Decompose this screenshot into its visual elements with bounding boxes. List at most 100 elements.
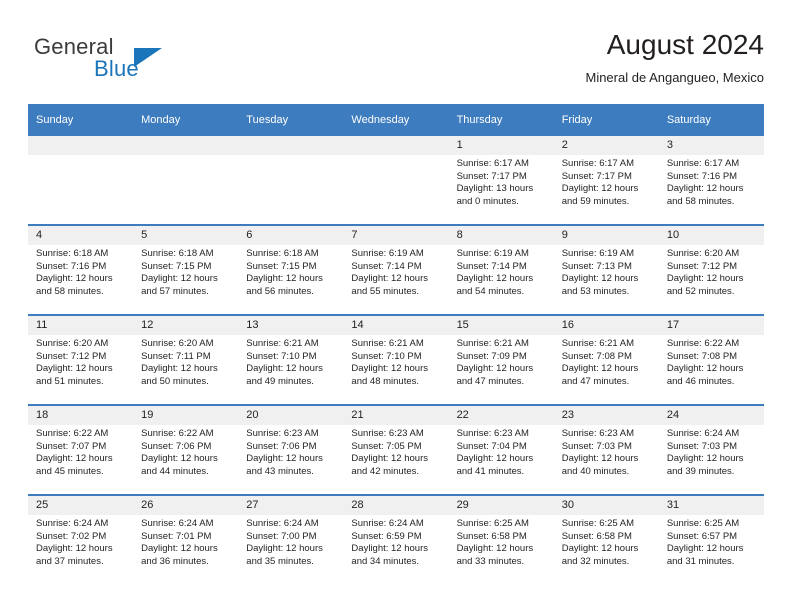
weekday-header-tuesday: Tuesday bbox=[238, 104, 344, 136]
calendar-day-cell[interactable]: 20 Sunrise: 6:23 AM Sunset: 7:06 PM Dayligh… bbox=[238, 404, 344, 495]
calendar-day-cell[interactable]: 26 Sunrise: 6:24 AM Sunset: 7:01 PM Dayligh… bbox=[133, 494, 239, 584]
sunset-text: Sunset: 6:57 PM bbox=[666, 530, 738, 542]
calendar-day-cell[interactable]: 28 Sunrise: 6:24 AM Sunset: 6:59 PM Dayligh… bbox=[343, 494, 449, 584]
general-blue-logo[interactable]: General Blue bbox=[34, 34, 274, 92]
day-cell-body: 16 Sunrise: 6:21 AM Sunset: 7:08 PM Dayligh… bbox=[553, 316, 659, 404]
sunrise-text: Sunrise: 6:20 AM bbox=[141, 338, 214, 349]
calendar-day-cell[interactable]: 9 Sunrise: 6:19 AM Sunset: 7:13 PM Daylight… bbox=[553, 224, 659, 315]
day-number: 19 bbox=[133, 406, 239, 425]
sunset-text: Sunset: 7:02 PM bbox=[36, 530, 107, 542]
daylight-text: Daylight: 12 hours and 56 minutes. bbox=[246, 273, 323, 297]
day-cell-body bbox=[133, 136, 239, 224]
day-number: 12 bbox=[133, 316, 239, 335]
daylight-text: Daylight: 12 hours and 34 minutes. bbox=[351, 543, 428, 567]
day-number bbox=[343, 136, 449, 155]
page-title: August 2024 bbox=[606, 29, 764, 60]
day-cell-body: 30 Sunrise: 6:25 AM Sunset: 6:58 PM Dayligh… bbox=[553, 496, 659, 584]
calendar-day-cell-empty bbox=[28, 136, 134, 225]
calendar-day-cell[interactable]: 31 Sunrise: 6:25 AM Sunset: 6:57 PM Dayligh… bbox=[658, 494, 764, 584]
calendar-day-cell[interactable]: 15 Sunrise: 6:21 AM Sunset: 7:09 PM Dayligh… bbox=[448, 314, 554, 405]
day-cell-body: 7 Sunrise: 6:19 AM Sunset: 7:14 PM Daylight… bbox=[343, 226, 449, 314]
calendar-day-cell[interactable]: 8 Sunrise: 6:19 AM Sunset: 7:14 PM Daylight… bbox=[448, 224, 554, 315]
day-cell-body: 5 Sunrise: 6:18 AM Sunset: 7:15 PM Daylight… bbox=[133, 226, 239, 314]
sunset-text: Sunset: 7:00 PM bbox=[246, 530, 317, 542]
sunset-text: Sunset: 7:14 PM bbox=[456, 260, 527, 272]
sunrise-text: Sunrise: 6:19 AM bbox=[456, 248, 529, 259]
day-number: 17 bbox=[658, 316, 764, 335]
day-details: Sunrise: 6:21 AM Sunset: 7:09 PM Daylight:… bbox=[449, 335, 554, 388]
sunrise-text: Sunrise: 6:23 AM bbox=[561, 428, 635, 439]
day-number: 5 bbox=[133, 226, 239, 245]
day-cell-body: 11 Sunrise: 6:20 AM Sunset: 7:12 PM Dayligh… bbox=[28, 316, 134, 404]
day-details: Sunrise: 6:25 AM Sunset: 6:58 PM Daylight:… bbox=[554, 515, 659, 568]
calendar-body: 1 Sunrise: 6:17 AM Sunset: 7:17 PM Daylight… bbox=[28, 136, 764, 584]
calendar-day-cell[interactable]: 21 Sunrise: 6:23 AM Sunset: 7:05 PM Dayligh… bbox=[343, 404, 449, 495]
sunset-text: Sunset: 7:15 PM bbox=[141, 260, 212, 272]
day-details: Sunrise: 6:23 AM Sunset: 7:03 PM Daylight:… bbox=[554, 425, 659, 478]
calendar-day-cell[interactable]: 23 Sunrise: 6:23 AM Sunset: 7:03 PM Dayligh… bbox=[553, 404, 659, 495]
day-number: 21 bbox=[343, 406, 449, 425]
calendar-day-cell[interactable]: 11 Sunrise: 6:20 AM Sunset: 7:12 PM Dayligh… bbox=[28, 314, 134, 405]
calendar-day-cell[interactable]: 30 Sunrise: 6:25 AM Sunset: 6:58 PM Dayligh… bbox=[553, 494, 659, 584]
daylight-text: Daylight: 12 hours and 47 minutes. bbox=[456, 363, 534, 387]
day-cell-body: 2 Sunrise: 6:17 AM Sunset: 7:17 PM Daylight… bbox=[553, 136, 659, 224]
calendar-day-cell[interactable]: 2 Sunrise: 6:17 AM Sunset: 7:17 PM Daylight… bbox=[553, 136, 659, 225]
daylight-text: Daylight: 12 hours and 36 minutes. bbox=[141, 543, 218, 567]
day-cell-body: 13 Sunrise: 6:21 AM Sunset: 7:10 PM Dayligh… bbox=[238, 316, 344, 404]
calendar-day-cell[interactable]: 12 Sunrise: 6:20 AM Sunset: 7:11 PM Dayligh… bbox=[133, 314, 239, 405]
sunset-text: Sunset: 6:58 PM bbox=[561, 530, 632, 542]
calendar-day-cell[interactable]: 1 Sunrise: 6:17 AM Sunset: 7:17 PM Daylight… bbox=[448, 136, 554, 225]
sunrise-text: Sunrise: 6:21 AM bbox=[351, 338, 424, 349]
day-cell-body: 28 Sunrise: 6:24 AM Sunset: 6:59 PM Dayligh… bbox=[343, 496, 449, 584]
calendar-day-cell[interactable]: 29 Sunrise: 6:25 AM Sunset: 6:58 PM Dayligh… bbox=[448, 494, 554, 584]
daylight-text: Daylight: 12 hours and 55 minutes. bbox=[351, 273, 428, 297]
day-number: 16 bbox=[553, 316, 659, 335]
calendar-day-cell[interactable]: 25 Sunrise: 6:24 AM Sunset: 7:02 PM Dayligh… bbox=[28, 494, 134, 584]
daylight-text: Daylight: 12 hours and 37 minutes. bbox=[36, 543, 113, 567]
day-number: 27 bbox=[238, 496, 344, 515]
sunset-text: Sunset: 7:11 PM bbox=[141, 350, 211, 362]
day-details: Sunrise: 6:22 AM Sunset: 7:07 PM Daylight:… bbox=[28, 425, 133, 478]
sunset-text: Sunset: 7:13 PM bbox=[561, 260, 632, 272]
calendar-day-cell[interactable]: 18 Sunrise: 6:22 AM Sunset: 7:07 PM Dayligh… bbox=[28, 404, 134, 495]
calendar-day-cell[interactable]: 16 Sunrise: 6:21 AM Sunset: 7:08 PM Dayligh… bbox=[553, 314, 659, 405]
day-details: Sunrise: 6:23 AM Sunset: 7:06 PM Daylight:… bbox=[238, 425, 343, 478]
calendar-day-cell-empty bbox=[133, 136, 239, 225]
calendar-day-cell[interactable]: 17 Sunrise: 6:22 AM Sunset: 7:08 PM Dayligh… bbox=[658, 314, 764, 405]
calendar-day-cell[interactable]: 7 Sunrise: 6:19 AM Sunset: 7:14 PM Daylight… bbox=[343, 224, 449, 315]
day-number: 1 bbox=[448, 136, 554, 155]
daylight-text: Daylight: 12 hours and 43 minutes. bbox=[246, 453, 323, 477]
day-cell-body: 8 Sunrise: 6:19 AM Sunset: 7:14 PM Daylight… bbox=[448, 226, 554, 314]
day-details: Sunrise: 6:24 AM Sunset: 7:03 PM Daylight:… bbox=[659, 425, 764, 478]
sunrise-text: Sunrise: 6:25 AM bbox=[666, 518, 740, 529]
day-number bbox=[238, 136, 344, 155]
daylight-text: Daylight: 12 hours and 40 minutes. bbox=[561, 453, 639, 477]
sunrise-text: Sunrise: 6:20 AM bbox=[666, 248, 740, 259]
sunrise-text: Sunrise: 6:24 AM bbox=[246, 518, 319, 529]
sunset-text: Sunset: 6:58 PM bbox=[456, 530, 527, 542]
calendar-day-cell[interactable]: 22 Sunrise: 6:23 AM Sunset: 7:04 PM Dayligh… bbox=[448, 404, 554, 495]
calendar-day-cell[interactable]: 3 Sunrise: 6:17 AM Sunset: 7:16 PM Daylight… bbox=[658, 136, 764, 225]
daylight-text: Daylight: 12 hours and 31 minutes. bbox=[666, 543, 744, 567]
calendar-day-cell[interactable]: 14 Sunrise: 6:21 AM Sunset: 7:10 PM Dayligh… bbox=[343, 314, 449, 405]
calendar-day-cell[interactable]: 4 Sunrise: 6:18 AM Sunset: 7:16 PM Daylight… bbox=[28, 224, 134, 315]
calendar-day-cell[interactable]: 19 Sunrise: 6:22 AM Sunset: 7:06 PM Dayligh… bbox=[133, 404, 239, 495]
calendar-day-cell[interactable]: 10 Sunrise: 6:20 AM Sunset: 7:12 PM Dayligh… bbox=[658, 224, 764, 315]
calendar-day-cell[interactable]: 5 Sunrise: 6:18 AM Sunset: 7:15 PM Daylight… bbox=[133, 224, 239, 315]
day-details: Sunrise: 6:20 AM Sunset: 7:12 PM Daylight:… bbox=[28, 335, 133, 388]
calendar-day-cell[interactable]: 24 Sunrise: 6:24 AM Sunset: 7:03 PM Dayligh… bbox=[658, 404, 764, 495]
day-details: Sunrise: 6:21 AM Sunset: 7:10 PM Daylight:… bbox=[343, 335, 448, 388]
sunset-text: Sunset: 7:16 PM bbox=[36, 260, 107, 272]
calendar-day-cell[interactable]: 13 Sunrise: 6:21 AM Sunset: 7:10 PM Dayligh… bbox=[238, 314, 344, 405]
calendar-day-cell-empty bbox=[238, 136, 344, 225]
day-cell-body: 19 Sunrise: 6:22 AM Sunset: 7:06 PM Dayligh… bbox=[133, 406, 239, 494]
sunset-text: Sunset: 7:15 PM bbox=[246, 260, 317, 272]
calendar-day-cell[interactable]: 6 Sunrise: 6:18 AM Sunset: 7:15 PM Daylight… bbox=[238, 224, 344, 315]
calendar-day-cell[interactable]: 27 Sunrise: 6:24 AM Sunset: 7:00 PM Dayligh… bbox=[238, 494, 344, 584]
weekday-header-thursday: Thursday bbox=[448, 104, 554, 136]
day-number bbox=[133, 136, 239, 155]
day-number: 22 bbox=[448, 406, 554, 425]
sunset-text: Sunset: 7:14 PM bbox=[351, 260, 422, 272]
sunrise-text: Sunrise: 6:24 AM bbox=[351, 518, 424, 529]
calendar-table: Sunday Monday Tuesday Wednesday Thursday… bbox=[28, 104, 764, 584]
